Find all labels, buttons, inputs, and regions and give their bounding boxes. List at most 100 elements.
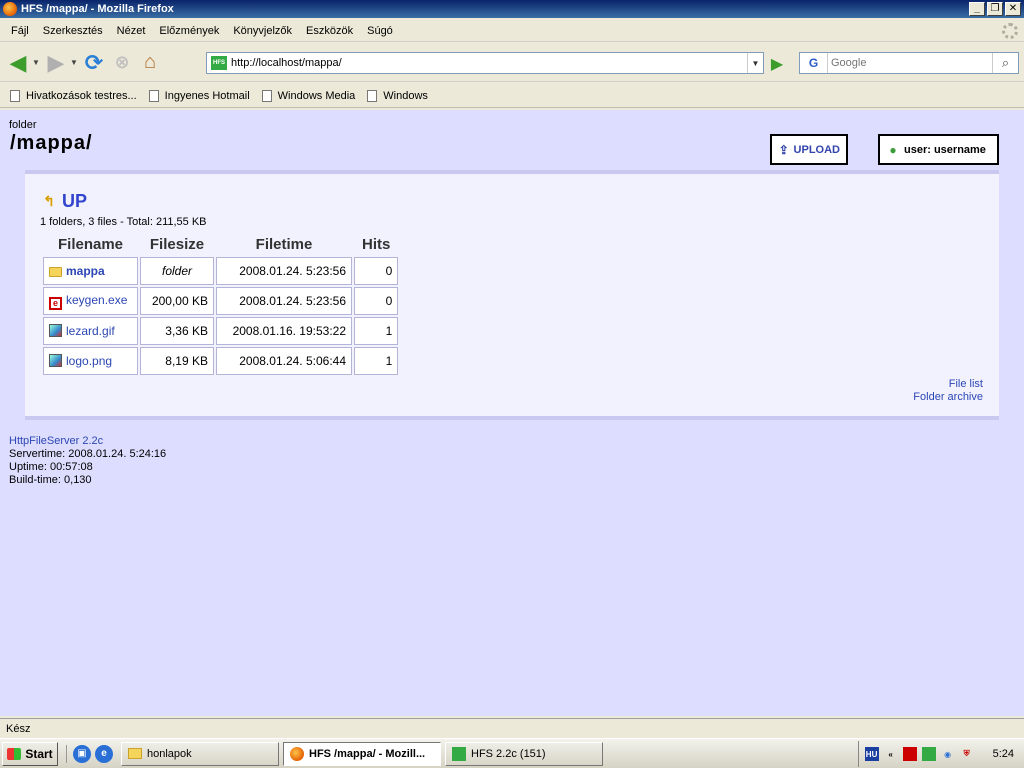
window-title: HFS /mappa/ - Mozilla Firefox	[21, 3, 174, 15]
file-link[interactable]: logo.png	[66, 354, 112, 368]
folder-up-icon: ↰	[43, 193, 55, 209]
file-hits-cell: 0	[354, 257, 399, 285]
go-button[interactable]: ▶	[767, 54, 787, 74]
server-time: Servertime: 2008.01.24. 5:24:16	[9, 448, 167, 460]
upload-label: UPLOAD	[793, 143, 840, 156]
status-text: Kész	[6, 722, 31, 735]
bookmark-free-hotmail[interactable]: Ingyenes Hotmail	[145, 89, 258, 102]
file-name-cell[interactable]: e keygen.exe	[43, 287, 138, 315]
menu-bookmarks[interactable]: Könyvjelzők	[226, 25, 299, 37]
folder-archive-link[interactable]: Folder archive	[913, 391, 983, 404]
file-time-cell: 2008.01.24. 5:23:56	[216, 257, 352, 285]
bookmark-label: Windows	[383, 89, 428, 102]
folder-summary: 1 folders, 3 files - Total: 211,55 KB	[40, 216, 207, 228]
executable-icon: e	[49, 296, 62, 310]
taskbar: Start ▣ e honlapok HFS /mappa/ - Mozill.…	[0, 738, 1024, 768]
user-button[interactable]: ● user: username	[878, 134, 999, 165]
folder-label: folder	[9, 119, 37, 131]
table-row: logo.png 8,19 KB 2008.01.24. 5:06:44 1	[43, 347, 399, 375]
file-list-link[interactable]: File list	[913, 378, 983, 391]
table-row: lezard.gif 3,36 KB 2008.01.16. 19:53:22 …	[43, 317, 399, 345]
upload-button[interactable]: ⇪ UPLOAD	[770, 134, 848, 165]
search-engine-selector[interactable]: G	[800, 53, 828, 73]
task-honlapok[interactable]: honlapok	[121, 741, 279, 766]
clock[interactable]: 5:24	[993, 748, 1014, 760]
menu-bar: Fájl Szerkesztés Nézet Előzmények Könyvj…	[0, 20, 1024, 42]
task-hfs[interactable]: HFS 2.2c (151)	[445, 741, 603, 766]
app-tray-icon[interactable]	[902, 747, 917, 761]
reload-button[interactable]: ⟳	[80, 49, 108, 77]
up-link[interactable]: ↰ UP	[41, 191, 87, 212]
internet-explorer-icon[interactable]: e	[95, 744, 113, 763]
search-input[interactable]	[828, 57, 992, 69]
file-link[interactable]: lezard.gif	[66, 324, 115, 338]
home-button[interactable]: ⌂	[136, 49, 164, 77]
quick-launch: ▣ e	[66, 744, 113, 763]
hfs-version-link[interactable]: HttpFileServer 2.2c	[9, 435, 166, 448]
show-hidden-icons-button[interactable]: «	[884, 747, 898, 761]
file-link[interactable]: mappa	[66, 264, 105, 278]
forward-button[interactable]: ▶	[42, 49, 70, 77]
table-row: e keygen.exe 200,00 KB 2008.01.24. 5:23:5…	[43, 287, 399, 315]
bookmarks-toolbar: Hivatkozások testres... Ingyenes Hotmail…	[0, 84, 1024, 108]
menu-history[interactable]: Előzmények	[152, 25, 226, 37]
side-links: File list Folder archive	[913, 378, 983, 404]
close-button[interactable]: ✕	[1005, 2, 1021, 16]
window-controls: _ ❐ ✕	[969, 2, 1021, 16]
bookmark-windows-media[interactable]: Windows Media	[258, 89, 364, 102]
column-hits[interactable]: Hits	[354, 234, 398, 255]
file-time-cell: 2008.01.24. 5:06:44	[216, 347, 352, 375]
menu-file[interactable]: Fájl	[4, 25, 36, 37]
start-button[interactable]: Start	[2, 741, 58, 766]
task-firefox[interactable]: HFS /mappa/ - Mozill...	[283, 741, 441, 766]
page-icon	[261, 89, 272, 102]
column-filesize[interactable]: Filesize	[140, 234, 214, 255]
page-content: folder /mappa/ ⇪ UPLOAD ● user: username…	[0, 110, 1024, 716]
file-hits-cell: 0	[354, 287, 399, 315]
file-time-cell: 2008.01.24. 5:23:56	[216, 287, 352, 315]
system-tray: HU « ◉ ⛨ 5:24	[857, 741, 1024, 767]
language-indicator[interactable]: HU	[864, 747, 879, 761]
navigation-toolbar: ◀ ▼ ▶ ▼ ⟳ ⊗ ⌂ HFS http://localhost/mappa…	[0, 44, 1024, 82]
menu-tools[interactable]: Eszközök	[299, 25, 360, 37]
hfs-icon	[452, 746, 466, 761]
table-header-row: Filename Filesize Filetime Hits	[43, 234, 398, 255]
url-bar[interactable]: HFS http://localhost/mappa/ ▼	[206, 52, 764, 74]
bookmark-windows[interactable]: Windows	[363, 89, 436, 102]
column-filename[interactable]: Filename	[43, 234, 138, 255]
file-size-cell: 3,36 KB	[140, 317, 214, 345]
file-name-cell[interactable]: mappa	[43, 257, 138, 285]
build-time: Build-time: 0,130	[9, 474, 92, 486]
task-label: HFS 2.2c (151)	[471, 747, 546, 760]
forward-history-dropdown[interactable]: ▼	[70, 58, 80, 67]
bookmark-customize-links[interactable]: Hivatkozások testres...	[6, 89, 145, 102]
show-desktop-icon[interactable]: ▣	[73, 744, 91, 763]
minimize-button[interactable]: _	[969, 2, 985, 16]
menu-view[interactable]: Nézet	[110, 25, 153, 37]
url-text[interactable]: http://localhost/mappa/	[231, 57, 747, 69]
bookmark-label: Ingyenes Hotmail	[164, 89, 250, 102]
back-button[interactable]: ◀	[4, 49, 32, 77]
uptime: Uptime: 00:57:08	[9, 461, 93, 473]
stop-button[interactable]: ⊗	[108, 49, 136, 77]
file-table: Filename Filesize Filetime Hits mappa fo…	[41, 232, 400, 377]
menu-edit[interactable]: Szerkesztés	[36, 25, 110, 37]
url-history-dropdown[interactable]: ▼	[747, 53, 763, 73]
search-icon[interactable]: ⌕	[992, 53, 1018, 73]
maximize-button[interactable]: ❐	[987, 2, 1003, 16]
file-name-cell[interactable]: logo.png	[43, 347, 138, 375]
back-history-dropdown[interactable]: ▼	[32, 58, 42, 67]
file-name-cell[interactable]: lezard.gif	[43, 317, 138, 345]
hfs-tray-icon[interactable]	[921, 747, 936, 761]
search-bar: G ⌕	[799, 52, 1019, 74]
network-icon[interactable]: ◉	[941, 747, 955, 761]
file-time-cell: 2008.01.16. 19:53:22	[216, 317, 352, 345]
column-filetime[interactable]: Filetime	[216, 234, 352, 255]
status-bar: Kész	[0, 718, 1024, 738]
bookmark-label: Hivatkozások testres...	[26, 89, 137, 102]
file-size-cell: 200,00 KB	[140, 287, 214, 315]
menu-help[interactable]: Súgó	[360, 25, 400, 37]
file-link[interactable]: keygen.exe	[66, 293, 127, 307]
security-shield-icon[interactable]: ⛨	[960, 747, 974, 761]
windows-logo-icon	[7, 747, 22, 760]
